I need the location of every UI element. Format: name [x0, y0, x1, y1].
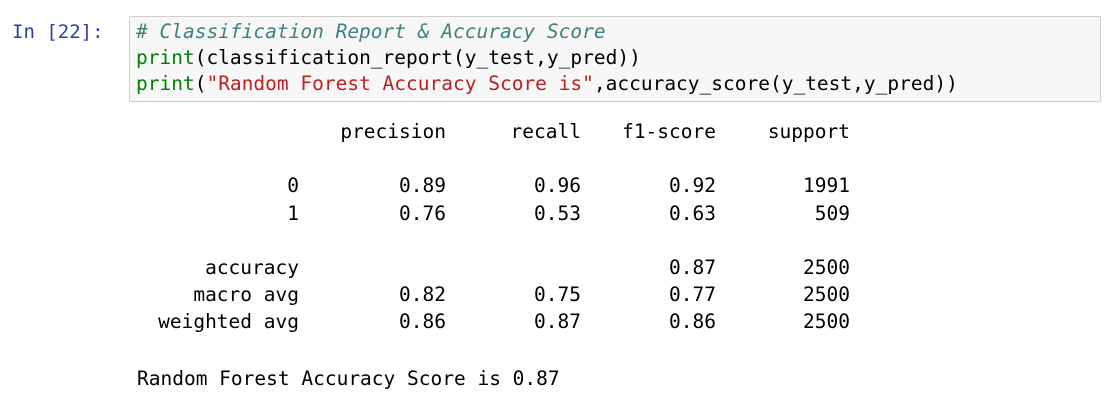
report-value: 2500 — [803, 255, 850, 279]
row-label: accuracy — [205, 255, 299, 279]
code-comment: # Classification Report & Accuracy Score — [136, 20, 606, 43]
report-row: weighted avg 0.86 0.87 0.86 2500 — [136, 308, 850, 335]
classification-report: precision recall f1-score support 0 0.89… — [136, 118, 850, 336]
report-value: 0.92 — [669, 174, 716, 198]
row-label: macro avg — [193, 283, 299, 307]
row-label: 1 — [287, 201, 299, 225]
report-value: 0.86 — [669, 310, 716, 334]
report-row: 1 0.76 0.53 0.63 509 — [136, 200, 850, 227]
header-cell: precision — [340, 120, 446, 143]
report-value — [299, 254, 446, 281]
report-value: 0.77 — [669, 283, 716, 307]
print-keyword: print — [136, 72, 195, 95]
notebook-cell: In [22]: # Classification Report & Accur… — [0, 0, 1112, 414]
code-line-comment: # Classification Report & Accuracy Score — [136, 19, 1100, 45]
header-cell: f1-score — [622, 120, 716, 143]
accuracy-output-line: Random Forest Accuracy Score is 0.87 — [137, 367, 560, 390]
code-input-area[interactable]: # Classification Report & Accuracy Score… — [129, 16, 1101, 102]
code-string: "Random Forest Accuracy Score is" — [206, 72, 594, 95]
code-line-print-report: print(classification_report(y_test,y_pre… — [136, 45, 1100, 71]
report-value — [446, 254, 581, 281]
report-value: 0.75 — [534, 283, 581, 307]
cell-output: precision recall f1-score support 0 0.89… — [136, 118, 850, 336]
report-value: 2500 — [803, 283, 850, 307]
report-value: 0.82 — [399, 283, 446, 307]
row-label: weighted avg — [158, 310, 299, 334]
code-text: ( — [194, 72, 207, 95]
report-value: 0.53 — [534, 201, 581, 225]
report-value: 0.87 — [534, 310, 581, 334]
report-row: macro avg 0.82 0.75 0.77 2500 — [136, 281, 850, 308]
header-cell: recall — [510, 120, 581, 143]
report-value: 0.87 — [669, 255, 716, 279]
report-value: 0.63 — [669, 201, 716, 225]
report-row: 0 0.89 0.96 0.92 1991 — [136, 172, 850, 199]
header-cell — [136, 118, 299, 145]
report-value: 0.96 — [534, 174, 581, 198]
report-value: 0.86 — [399, 310, 446, 334]
report-value: 2500 — [803, 310, 850, 334]
code-line-print-accuracy: print("Random Forest Accuracy Score is",… — [136, 71, 1100, 97]
report-header-row: precision recall f1-score support — [136, 118, 850, 145]
blank-row — [136, 227, 850, 254]
report-value: 1991 — [803, 174, 850, 198]
code-text: (classification_report(y_test,y_pred)) — [194, 46, 641, 69]
report-row: accuracy 0.87 2500 — [136, 254, 850, 281]
report-value: 509 — [814, 201, 850, 225]
code-text: ,accuracy_score(y_test,y_pred)) — [593, 72, 958, 95]
report-value: 0.89 — [399, 174, 446, 198]
blank-row — [136, 145, 850, 172]
report-value: 0.76 — [399, 201, 446, 225]
header-cell: support — [767, 120, 850, 143]
row-label: 0 — [287, 174, 299, 198]
cell-prompt: In [22]: — [12, 21, 104, 43]
print-keyword: print — [136, 46, 195, 69]
